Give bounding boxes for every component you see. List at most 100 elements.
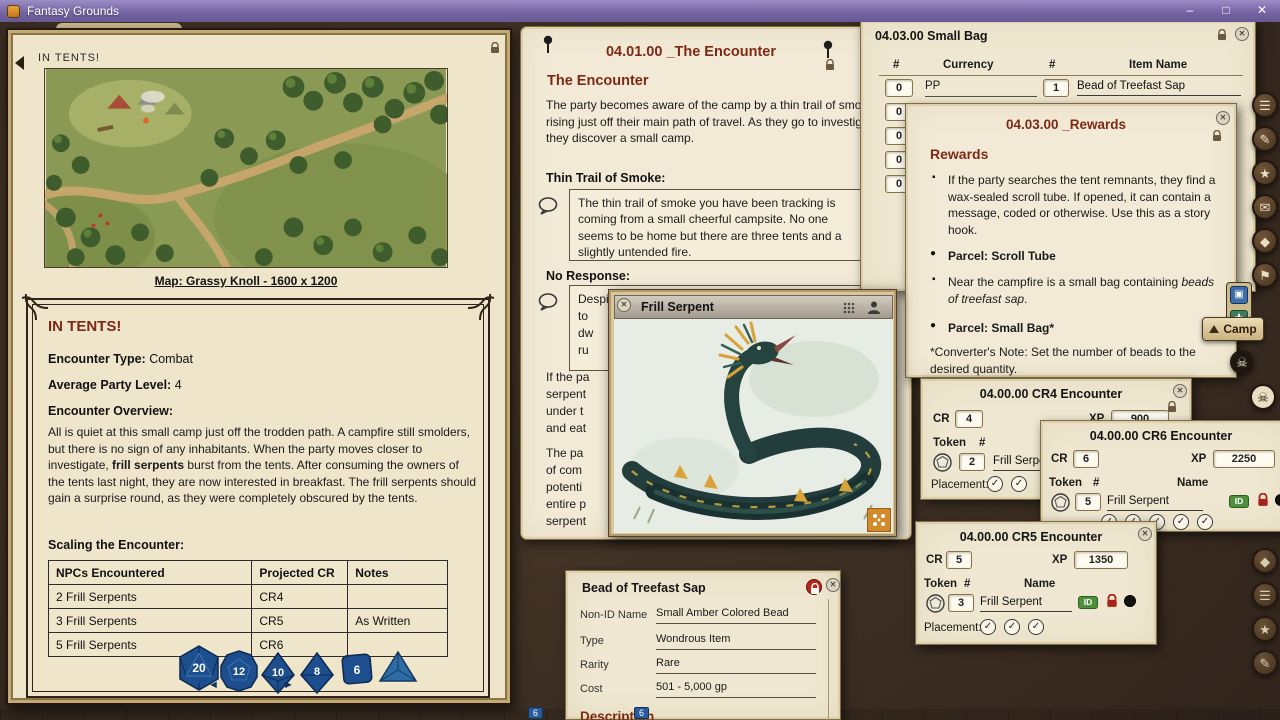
- placement-check-icon[interactable]: ✓: [1028, 619, 1044, 635]
- combat-skull-icon[interactable]: ☠: [1250, 384, 1276, 410]
- sidebar-modifiers-icon[interactable]: ☰: [1252, 582, 1278, 608]
- close-icon[interactable]: ✕: [617, 298, 631, 312]
- currency-qty-header: #: [893, 59, 899, 71]
- token-die-icon[interactable]: [926, 594, 945, 613]
- parcel-link-scroll-tube[interactable]: Parcel: Scroll Tube: [948, 248, 1056, 265]
- story-heading: The Encounter: [547, 73, 649, 89]
- d12-die[interactable]: 12: [220, 650, 258, 692]
- token-header: Token: [933, 437, 966, 449]
- sidebar-options-icon[interactable]: ✎: [1252, 650, 1278, 676]
- cell-notes: As Written: [348, 609, 448, 633]
- npc-skull-icon[interactable]: ☠: [1230, 350, 1254, 374]
- field-value[interactable]: Rare: [656, 657, 816, 674]
- field-value[interactable]: 501 - 5,000 gp: [656, 681, 816, 698]
- lock-icon[interactable]: [825, 59, 835, 71]
- dice-prev-button[interactable]: ◄: [208, 679, 219, 691]
- map-caption-link[interactable]: Map: Grassy Knoll - 1600 x 1200: [44, 274, 448, 288]
- lock-icon[interactable]: [1217, 29, 1227, 41]
- encounter-window-cr6: 04.00.00 CR6 Encounter CR 6 XP 2250 Toke…: [1040, 420, 1280, 532]
- npc-qty-input[interactable]: 2: [959, 453, 985, 471]
- apl-field: Average Party Level: 4: [48, 378, 182, 392]
- map-grassy-knoll[interactable]: [44, 68, 448, 268]
- camp-button[interactable]: Camp: [1202, 317, 1264, 341]
- hotkey-slot-die[interactable]: 6: [634, 707, 649, 719]
- id-badge[interactable]: ID: [1078, 596, 1098, 609]
- sidebar-story-icon[interactable]: ★: [1252, 160, 1278, 186]
- frill-serpent-image[interactable]: [614, 319, 893, 533]
- item-window-bead-of-treefast-sap: Bead of Treefast Sap ✕ Non-ID Name Small…: [565, 570, 841, 720]
- map-mini-icon[interactable]: ▣: [1230, 286, 1248, 304]
- token-color-dot[interactable]: [1275, 494, 1280, 506]
- placement-check-icon[interactable]: ✓: [1173, 514, 1189, 530]
- dice-next-button[interactable]: ►: [283, 679, 294, 691]
- svg-text:10: 10: [272, 667, 284, 679]
- close-icon[interactable]: ✕: [1173, 384, 1187, 398]
- sidebar-treasure-icon[interactable]: ◆: [1252, 228, 1278, 254]
- item-window-title: Bead of Treefast Sap: [582, 581, 706, 595]
- lock-icon[interactable]: [490, 42, 500, 54]
- locked-record-icon[interactable]: [1106, 594, 1118, 608]
- close-icon[interactable]: ✕: [1138, 527, 1152, 541]
- speech-bubble-icon[interactable]: [537, 197, 559, 215]
- sidebar-quest-icon[interactable]: ⚑: [1252, 262, 1278, 288]
- field-value[interactable]: Wondrous Item: [656, 633, 816, 650]
- hotkey-slot-die[interactable]: 6: [528, 707, 543, 719]
- currency-qty-input[interactable]: 0: [885, 79, 913, 97]
- placement-check-icon[interactable]: ✓: [980, 619, 996, 635]
- player-vis-icon[interactable]: [867, 300, 881, 315]
- token-die-icon[interactable]: [933, 453, 952, 472]
- sidebar-menu-icon[interactable]: ☰: [1252, 92, 1278, 118]
- close-icon[interactable]: ✕: [1216, 111, 1230, 125]
- xp-label: XP: [1191, 453, 1206, 465]
- field-label: Cost: [580, 683, 603, 695]
- parcel-link-small-bag[interactable]: Parcel: Small Bag*: [948, 320, 1054, 337]
- placement-check-icon[interactable]: ✓: [987, 476, 1003, 492]
- xp-input[interactable]: 2250: [1213, 450, 1275, 468]
- svg-text:6: 6: [354, 663, 361, 677]
- cr-input[interactable]: 4: [955, 410, 983, 428]
- d8-die[interactable]: 8: [300, 652, 334, 694]
- close-icon[interactable]: ✕: [826, 578, 840, 592]
- maximize-button[interactable]: □: [1208, 0, 1244, 22]
- identified-toggle-icon[interactable]: [806, 579, 822, 595]
- placement-check-icon[interactable]: ✓: [1197, 514, 1213, 530]
- field-value[interactable]: Small Amber Colored Bead: [656, 607, 816, 624]
- parcel-bullet-glyph: ●: [930, 248, 936, 259]
- module-source-icon[interactable]: [867, 508, 891, 532]
- xp-input[interactable]: 1350: [1074, 551, 1128, 569]
- scroll-gutter[interactable]: [828, 599, 829, 720]
- field-label: Non-ID Name: [580, 609, 647, 621]
- page-fold-icon[interactable]: [15, 56, 24, 70]
- close-icon[interactable]: ✕: [1235, 27, 1249, 41]
- npc-link-frill-serpent[interactable]: Frill Serpent: [1107, 495, 1203, 511]
- close-button[interactable]: ✕: [1244, 0, 1280, 22]
- cr-input[interactable]: 6: [1073, 450, 1099, 468]
- sidebar-notes-icon[interactable]: ✎: [1252, 126, 1278, 152]
- placement-label: Placement:: [931, 479, 989, 491]
- sidebar-effects-icon[interactable]: ★: [1252, 616, 1278, 642]
- rewards-bullet-text: If the party searches the tent remnants,…: [948, 172, 1224, 238]
- npc-link-frill-serpent[interactable]: Frill Serpent: [980, 596, 1072, 612]
- lock-icon[interactable]: [1212, 130, 1222, 142]
- item-link-bead-of-treefast-sap[interactable]: Bead of Treefast Sap: [1077, 80, 1241, 96]
- minimize-button[interactable]: –: [1172, 0, 1208, 22]
- token-die-icon[interactable]: [1051, 493, 1070, 512]
- token-color-dot[interactable]: [1124, 595, 1136, 607]
- svg-text:20: 20: [192, 661, 206, 675]
- d6-die[interactable]: 6: [341, 653, 373, 685]
- sidebar-tokens-icon[interactable]: ◆: [1252, 548, 1278, 574]
- story-paragraph: The party becomes aware of the camp by a…: [546, 97, 882, 147]
- npc-qty-input[interactable]: 3: [948, 594, 974, 612]
- id-badge[interactable]: ID: [1229, 495, 1249, 508]
- locked-record-icon[interactable]: [1257, 493, 1269, 507]
- speech-bubble-icon[interactable]: [537, 293, 559, 311]
- cr-input[interactable]: 5: [946, 551, 972, 569]
- item-qty-input[interactable]: 1: [1043, 79, 1069, 97]
- d4-die[interactable]: [378, 650, 418, 684]
- placement-check-icon[interactable]: ✓: [1011, 476, 1027, 492]
- grid-layers-icon[interactable]: [843, 302, 855, 314]
- sidebar-items-icon[interactable]: ✉: [1252, 194, 1278, 220]
- npc-qty-input[interactable]: 5: [1075, 493, 1101, 511]
- placement-check-icon[interactable]: ✓: [1004, 619, 1020, 635]
- rewards-heading: Rewards: [930, 146, 988, 162]
